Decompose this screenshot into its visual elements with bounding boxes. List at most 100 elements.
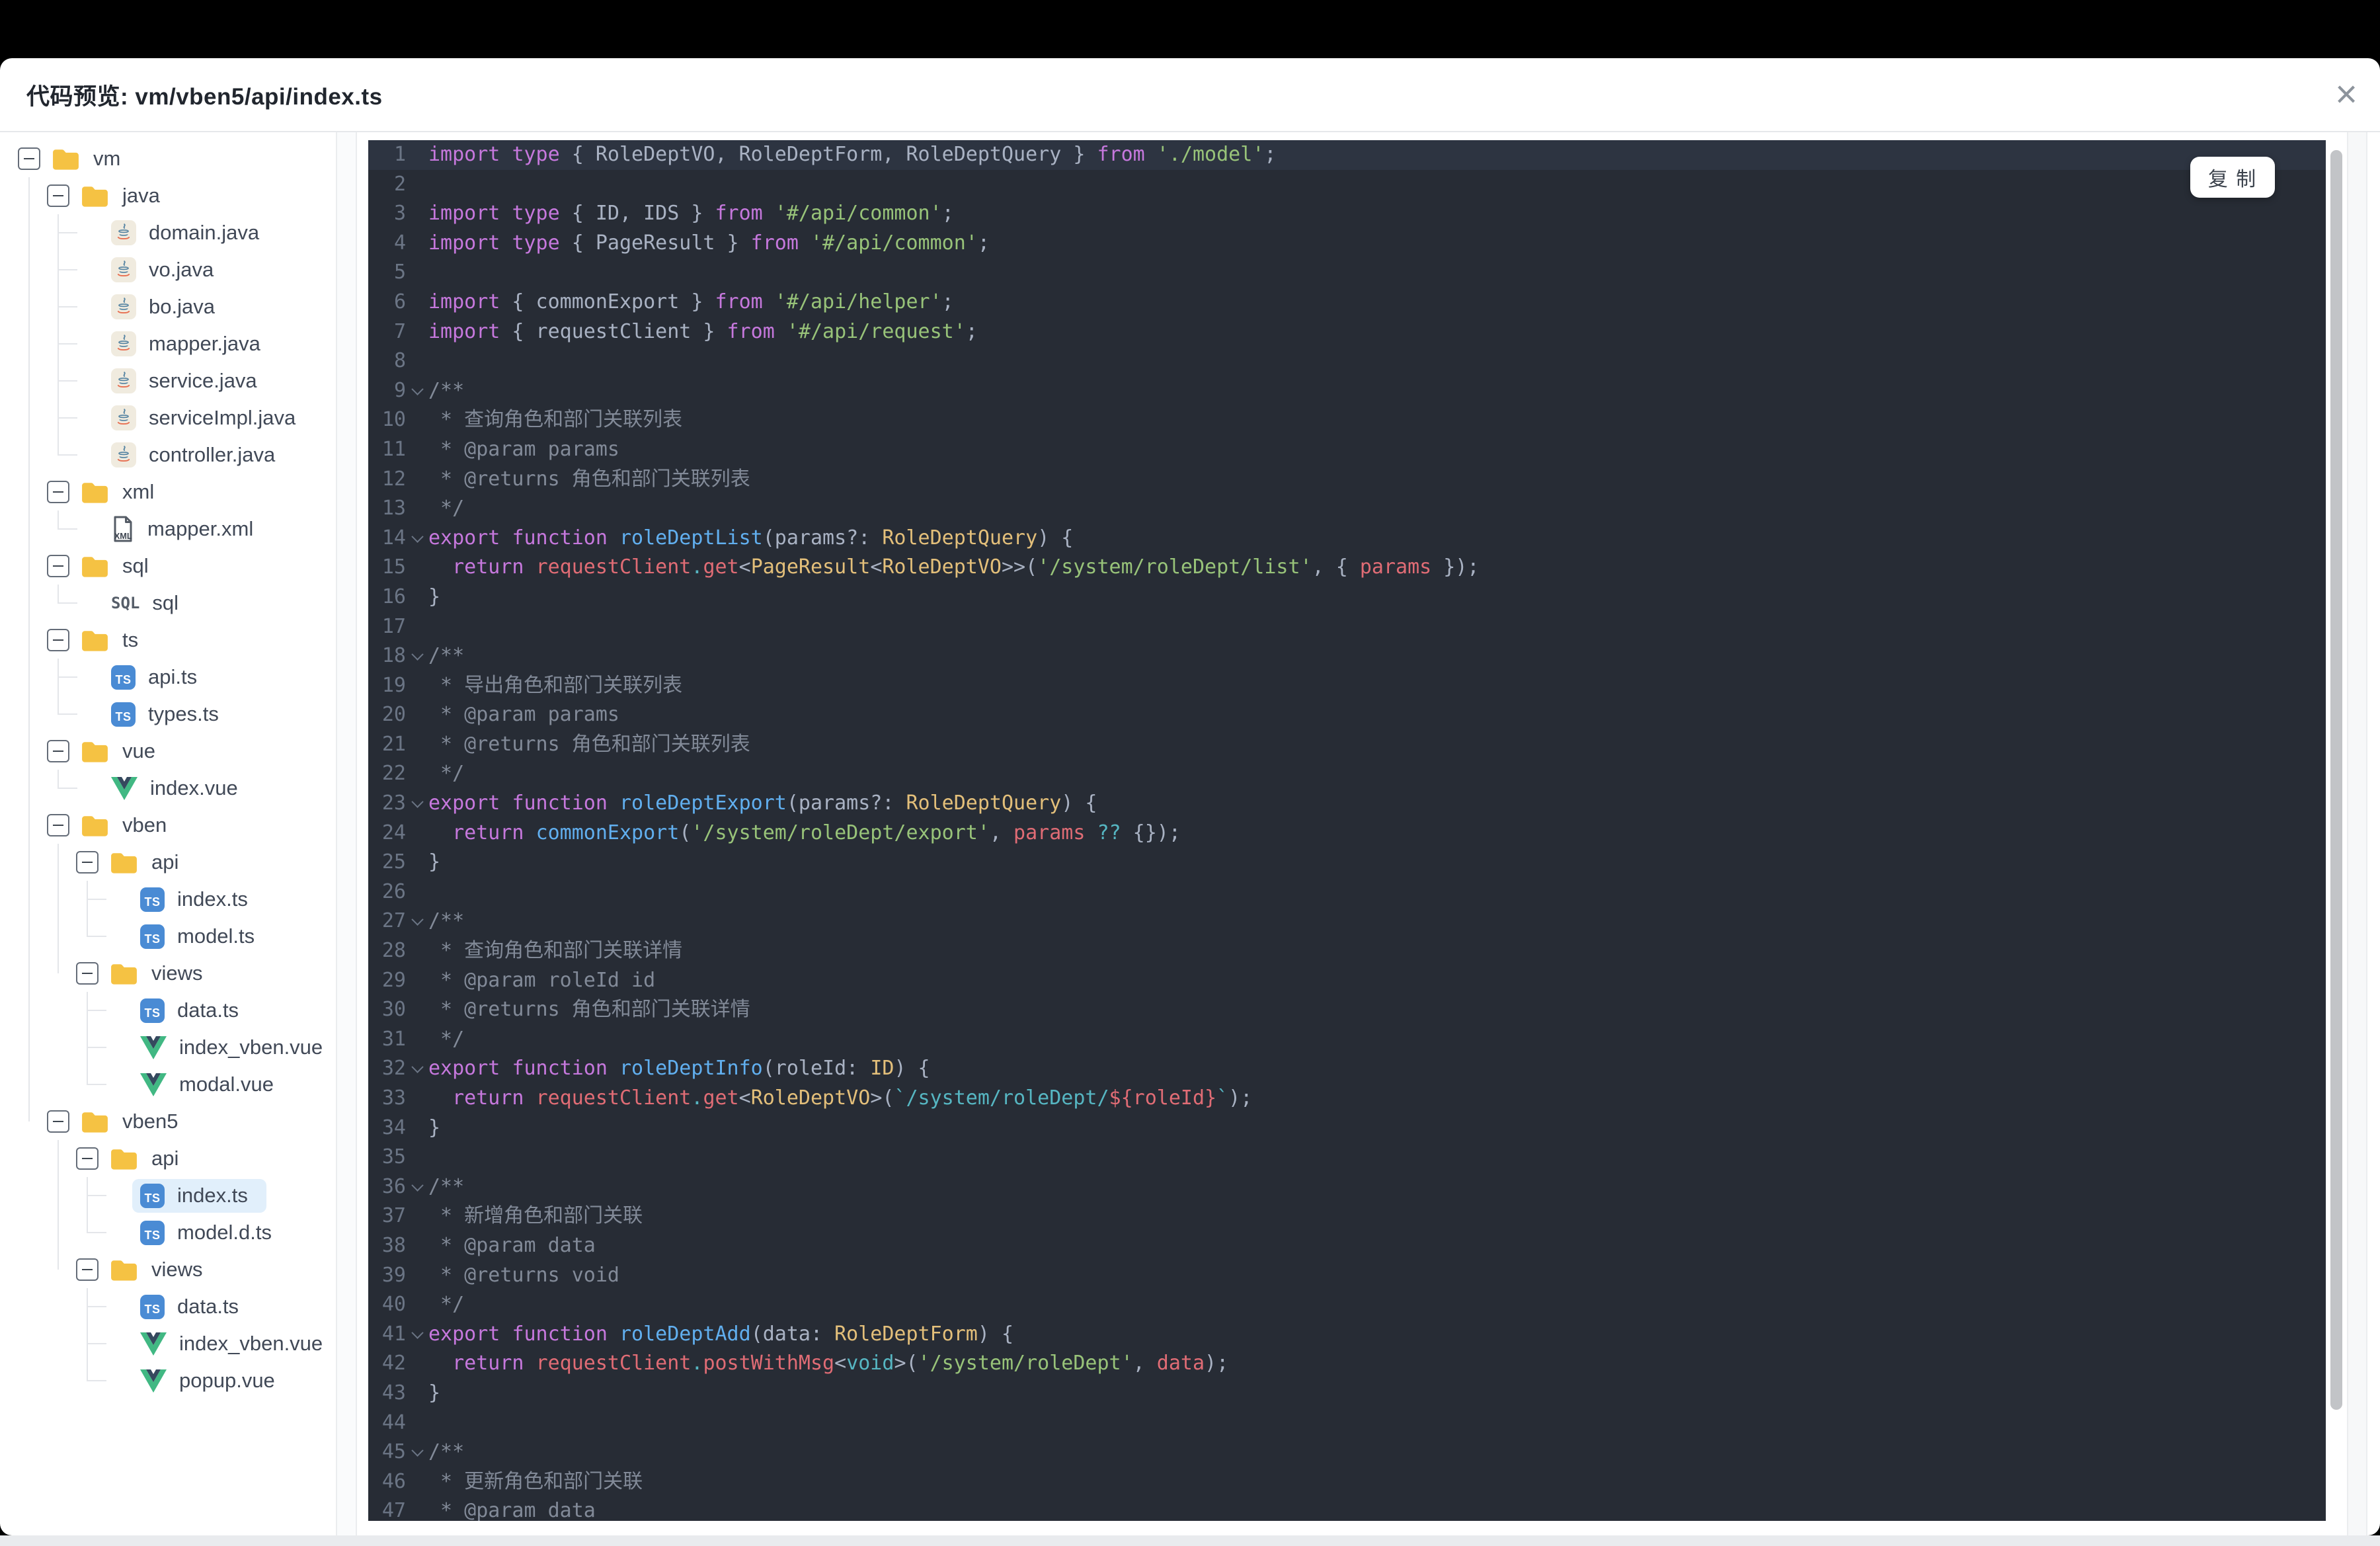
tree-label: java bbox=[122, 184, 160, 207]
tree-connector-line bbox=[58, 1251, 59, 1270]
tree-folder-java[interactable]: java bbox=[0, 177, 336, 214]
fold-chevron-icon[interactable] bbox=[406, 789, 428, 819]
code-editor[interactable]: 1 import type { RoleDeptVO, RoleDeptForm,… bbox=[368, 140, 2326, 1521]
fold-chevron-icon[interactable] bbox=[406, 1438, 428, 1467]
code-line-46: 46 * 更新角色和部门关联 bbox=[368, 1467, 2326, 1497]
tree-folder-vue[interactable]: vue bbox=[0, 733, 336, 770]
line-number: 45 bbox=[381, 1440, 406, 1464]
tree-guide-line bbox=[28, 881, 30, 918]
tree-file-serviceimpl-java[interactable]: serviceImpl.java bbox=[0, 399, 336, 436]
code-line-13: 13 */ bbox=[368, 494, 2326, 524]
fold-gutter bbox=[406, 671, 428, 701]
xml-file-icon: XML bbox=[111, 515, 135, 543]
tree-connector-line bbox=[28, 1103, 30, 1121]
tree-label: xml bbox=[122, 480, 155, 503]
minus-icon bbox=[82, 973, 93, 974]
tree-file-model-d-ts[interactable]: TS model.d.ts bbox=[0, 1214, 336, 1251]
code-line-9: 9 /** bbox=[368, 376, 2326, 406]
tree-file-domain-java[interactable]: domain.java bbox=[0, 214, 336, 251]
tree-file-sql[interactable]: SQL sql bbox=[0, 585, 336, 622]
fold-gutter bbox=[406, 612, 428, 642]
tree-file-types-ts[interactable]: TS types.ts bbox=[0, 696, 336, 733]
collapse-toggle-icon[interactable] bbox=[76, 851, 99, 874]
line-number: 23 bbox=[381, 792, 406, 815]
tree-file-vo-java[interactable]: vo.java bbox=[0, 251, 336, 288]
code-line-39: 39 * @returns void bbox=[368, 1261, 2326, 1291]
tree-folder-ts[interactable]: ts bbox=[0, 622, 336, 659]
tree-guide-line bbox=[28, 510, 30, 548]
code-text: * @param params bbox=[428, 437, 619, 461]
tree-label: vue bbox=[122, 739, 155, 762]
tree-file-index-vue[interactable]: index.vue bbox=[0, 770, 336, 807]
minus-icon bbox=[24, 158, 34, 159]
line-number: 17 bbox=[381, 614, 406, 638]
collapse-toggle-icon[interactable] bbox=[47, 184, 69, 207]
tree-connector-line bbox=[28, 548, 30, 585]
modal-scrollbar-track[interactable] bbox=[2347, 132, 2367, 1535]
tree-scrollbar-track[interactable] bbox=[336, 132, 357, 1535]
fold-chevron-icon[interactable] bbox=[406, 641, 428, 671]
tree-file-popup-vue[interactable]: popup.vue bbox=[0, 1362, 336, 1399]
fold-chevron-icon[interactable] bbox=[406, 1320, 428, 1350]
collapse-toggle-icon[interactable] bbox=[47, 740, 69, 762]
tree-file-data-ts[interactable]: TS data.ts bbox=[0, 992, 336, 1029]
typescript-file-icon: TS bbox=[140, 998, 165, 1023]
fold-chevron-icon[interactable] bbox=[406, 376, 428, 406]
copy-button[interactable]: 复 制 bbox=[2190, 157, 2275, 198]
fold-chevron-icon[interactable] bbox=[406, 907, 428, 936]
tree-file-modal-vue[interactable]: modal.vue bbox=[0, 1066, 336, 1103]
tree-folder-views[interactable]: views bbox=[0, 1251, 336, 1288]
tree-folder-xml[interactable]: xml bbox=[0, 473, 336, 510]
tree-file-bo-java[interactable]: bo.java bbox=[0, 288, 336, 325]
collapse-toggle-icon[interactable] bbox=[76, 962, 99, 985]
tree-file-data-ts[interactable]: TS data.ts bbox=[0, 1288, 336, 1325]
fold-gutter bbox=[406, 995, 428, 1025]
collapse-toggle-icon[interactable] bbox=[76, 1147, 99, 1170]
tree-folder-views[interactable]: views bbox=[0, 955, 336, 992]
sql-file-icon: SQL bbox=[111, 594, 140, 612]
tree-guide-line bbox=[28, 362, 30, 399]
code-text: } bbox=[428, 1116, 441, 1139]
tree-file-api-ts[interactable]: TS api.ts bbox=[0, 659, 336, 696]
fold-gutter bbox=[406, 229, 428, 259]
tree-guide-line bbox=[58, 881, 59, 918]
tree-file-index-vben-vue[interactable]: index_vben.vue bbox=[0, 1325, 336, 1362]
tree-folder-vben5[interactable]: vben5 bbox=[0, 1103, 336, 1140]
fold-chevron-icon[interactable] bbox=[406, 524, 428, 553]
fold-chevron-icon[interactable] bbox=[406, 1172, 428, 1202]
code-line-14: 14 export function roleDeptList(params?: … bbox=[368, 524, 2326, 553]
tree-folder-vm[interactable]: vm bbox=[0, 140, 336, 177]
tree-label: views bbox=[151, 1258, 203, 1281]
tree-guide-line bbox=[58, 918, 59, 955]
close-icon[interactable]: × bbox=[2335, 75, 2358, 114]
tree-folder-sql[interactable]: sql bbox=[0, 548, 336, 585]
collapse-toggle-icon[interactable] bbox=[47, 629, 69, 651]
tree-file-controller-java[interactable]: controller.java bbox=[0, 436, 336, 473]
fold-chevron-icon[interactable] bbox=[406, 1054, 428, 1084]
tree-folder-api[interactable]: api bbox=[0, 1140, 336, 1177]
code-text: * 导出角色和部门关联列表 bbox=[428, 673, 683, 697]
collapse-toggle-icon[interactable] bbox=[47, 555, 69, 577]
collapse-toggle-icon[interactable] bbox=[47, 481, 69, 503]
collapse-toggle-icon[interactable] bbox=[47, 814, 69, 836]
fold-gutter bbox=[406, 848, 428, 877]
tree-label: model.ts bbox=[177, 924, 255, 948]
vue-file-icon bbox=[140, 1332, 167, 1356]
code-scrollbar-thumb[interactable] bbox=[2330, 150, 2342, 1410]
tree-file-index-ts[interactable]: TS index.ts bbox=[0, 881, 336, 918]
tree-folder-vben[interactable]: vben bbox=[0, 807, 336, 844]
line-number: 9 bbox=[393, 378, 406, 402]
tree-file-mapper-java[interactable]: mapper.java bbox=[0, 325, 336, 362]
tree-file-service-java[interactable]: service.java bbox=[0, 362, 336, 399]
collapse-toggle-icon[interactable] bbox=[18, 147, 40, 170]
collapse-toggle-icon[interactable] bbox=[47, 1110, 69, 1133]
line-number: 34 bbox=[381, 1116, 406, 1139]
line-number: 44 bbox=[381, 1410, 406, 1434]
collapse-toggle-icon[interactable] bbox=[76, 1258, 99, 1281]
tree-file-index-ts[interactable]: TS index.ts bbox=[0, 1177, 336, 1214]
tree-file-mapper-xml[interactable]: XML mapper.xml bbox=[0, 510, 336, 548]
tree-folder-api[interactable]: api bbox=[0, 844, 336, 881]
tree-file-model-ts[interactable]: TS model.ts bbox=[0, 918, 336, 955]
tree-file-index-vben-vue[interactable]: index_vben.vue bbox=[0, 1029, 336, 1066]
line-number: 39 bbox=[381, 1263, 406, 1287]
